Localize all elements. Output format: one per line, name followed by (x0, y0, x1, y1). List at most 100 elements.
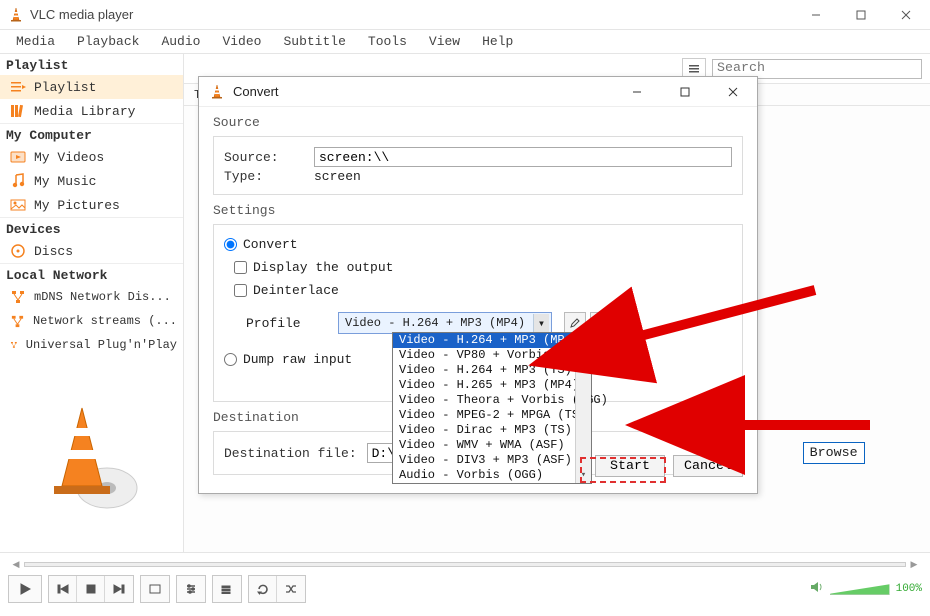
menu-help[interactable]: Help (472, 32, 523, 51)
disc-icon (10, 243, 26, 259)
sidebar-item-my-videos[interactable]: My Videos (0, 145, 183, 169)
source-input[interactable] (314, 147, 732, 167)
menu-tools[interactable]: Tools (358, 32, 417, 51)
network-icon (10, 337, 18, 353)
scroll-down-icon[interactable]: ▾ (576, 467, 591, 483)
cancel-button[interactable]: Cancel (673, 455, 743, 477)
dialog-maximize-button[interactable] (665, 78, 705, 106)
type-label: Type: (224, 169, 306, 184)
minimize-button[interactable] (793, 1, 838, 29)
profile-option[interactable]: Video - WMV + WMA (ASF) (393, 438, 575, 453)
extended-settings-button[interactable] (176, 575, 206, 603)
profile-option[interactable]: Video - MPEG-2 + MPGA (TS) (393, 408, 575, 423)
picture-icon (10, 197, 26, 213)
profile-option[interactable]: Audio - Vorbis (OGG) (393, 468, 575, 483)
convert-radio[interactable]: Convert (224, 237, 298, 252)
sidebar-header-devices: Devices (0, 217, 183, 239)
profile-option[interactable]: Video - H.264 + MP3 (MP4) (393, 333, 575, 348)
stop-button[interactable] (77, 576, 105, 602)
play-button[interactable] (8, 575, 42, 603)
sidebar-item-label: My Music (34, 174, 96, 189)
sidebar-item-my-pictures[interactable]: My Pictures (0, 193, 183, 217)
fullscreen-button[interactable] (140, 575, 170, 603)
menu-video[interactable]: Video (212, 32, 271, 51)
skip-group (48, 575, 134, 603)
loop-group (248, 575, 306, 603)
menu-bar: Media Playback Audio Video Subtitle Tool… (0, 30, 930, 54)
mute-icon[interactable] (810, 580, 824, 598)
sidebar-header-playlist: Playlist (0, 54, 183, 75)
profile-option[interactable]: Video - DIV3 + MP3 (ASF) (393, 453, 575, 468)
type-value: screen (314, 169, 361, 184)
sidebar-header-my-computer: My Computer (0, 123, 183, 145)
playlist-button[interactable] (212, 575, 242, 603)
menu-media[interactable]: Media (6, 32, 65, 51)
sidebar-item-label: Playlist (34, 80, 96, 95)
maximize-button[interactable] (838, 1, 883, 29)
destination-label: Destination file: (224, 446, 357, 461)
dialog-title: Convert (233, 84, 279, 99)
sidebar-item-label: Network streams (... (33, 314, 177, 328)
menu-subtitle[interactable]: Subtitle (273, 32, 355, 51)
sidebar-item-playlist[interactable]: Playlist (0, 75, 183, 99)
sidebar-item-mdns[interactable]: mDNS Network Dis... (0, 285, 183, 309)
sidebar-item-label: Media Library (34, 104, 135, 119)
profile-option[interactable]: Video - VP80 + Vorbis (Webm) (393, 348, 575, 363)
profile-dropdown[interactable]: Video - H.264 + MP3 (MP4) Video - VP80 +… (392, 332, 592, 484)
menu-view[interactable]: View (419, 32, 470, 51)
menu-audio[interactable]: Audio (151, 32, 210, 51)
dump-raw-radio[interactable]: Dump raw input (224, 352, 352, 367)
sidebar-item-upnp[interactable]: Universal Plug'n'Play (0, 333, 183, 357)
sidebar-item-label: Discs (34, 244, 73, 259)
volume-slider[interactable] (830, 583, 890, 595)
browse-button[interactable]: Browse (803, 442, 865, 464)
profile-delete-button[interactable]: ✕ (590, 312, 612, 334)
profile-option[interactable]: Video - H.265 + MP3 (MP4) (393, 378, 575, 393)
dialog-close-button[interactable] (713, 78, 753, 106)
close-button[interactable] (883, 1, 928, 29)
vlc-cone-icon (209, 84, 225, 100)
loop-button[interactable] (249, 576, 277, 602)
sidebar-item-media-library[interactable]: Media Library (0, 99, 183, 123)
sidebar-item-label: Universal Plug'n'Play (26, 338, 177, 352)
menu-playback[interactable]: Playback (67, 32, 149, 51)
profile-select[interactable]: Video - H.264 + MP3 (MP4) ▾ (338, 312, 552, 334)
chevron-down-icon: ▾ (533, 314, 549, 332)
sidebar-item-discs[interactable]: Discs (0, 239, 183, 263)
settings-section-label: Settings (213, 203, 743, 218)
vlc-cone-icon (8, 7, 24, 23)
profile-selected-value: Video - H.264 + MP3 (MP4) (345, 316, 525, 330)
sidebar-item-label: mDNS Network Dis... (34, 290, 171, 304)
next-button[interactable] (105, 576, 133, 602)
sidebar-item-label: My Videos (34, 150, 104, 165)
video-icon (10, 149, 26, 165)
dialog-minimize-button[interactable] (617, 78, 657, 106)
sidebar-item-my-music[interactable]: My Music (0, 169, 183, 193)
sidebar-item-label: My Pictures (34, 198, 120, 213)
sidebar-header-local-network: Local Network (0, 263, 183, 285)
seek-start-handle[interactable]: ◀ (8, 559, 24, 569)
scroll-up-icon[interactable]: ▴ (576, 333, 591, 349)
profile-new-button[interactable] (616, 312, 638, 334)
window-title: VLC media player (30, 7, 793, 22)
library-icon (10, 103, 26, 119)
title-bar: VLC media player (0, 0, 930, 30)
display-output-checkbox[interactable]: Display the output (234, 260, 393, 275)
profile-option[interactable]: Video - H.264 + MP3 (TS) (393, 363, 575, 378)
shuffle-button[interactable] (277, 576, 305, 602)
dropdown-scrollbar[interactable]: ▴ ▾ (575, 333, 591, 483)
seek-bar[interactable]: ◀ ▶ (8, 559, 922, 569)
seek-end-handle[interactable]: ▶ (906, 559, 922, 569)
network-icon (10, 313, 25, 329)
profile-option[interactable]: Video - Dirac + MP3 (TS) (393, 423, 575, 438)
deinterlace-checkbox[interactable]: Deinterlace (234, 283, 339, 298)
source-label: Source: (224, 150, 306, 165)
profile-edit-button[interactable] (564, 312, 586, 334)
previous-button[interactable] (49, 576, 77, 602)
album-art (12, 390, 172, 520)
profile-option[interactable]: Video - Theora + Vorbis (OGG) (393, 393, 575, 408)
sidebar-item-network-streams[interactable]: Network streams (... (0, 309, 183, 333)
playlist-icon (10, 79, 26, 95)
start-button[interactable]: Start (595, 455, 665, 477)
profile-label: Profile (246, 316, 326, 331)
